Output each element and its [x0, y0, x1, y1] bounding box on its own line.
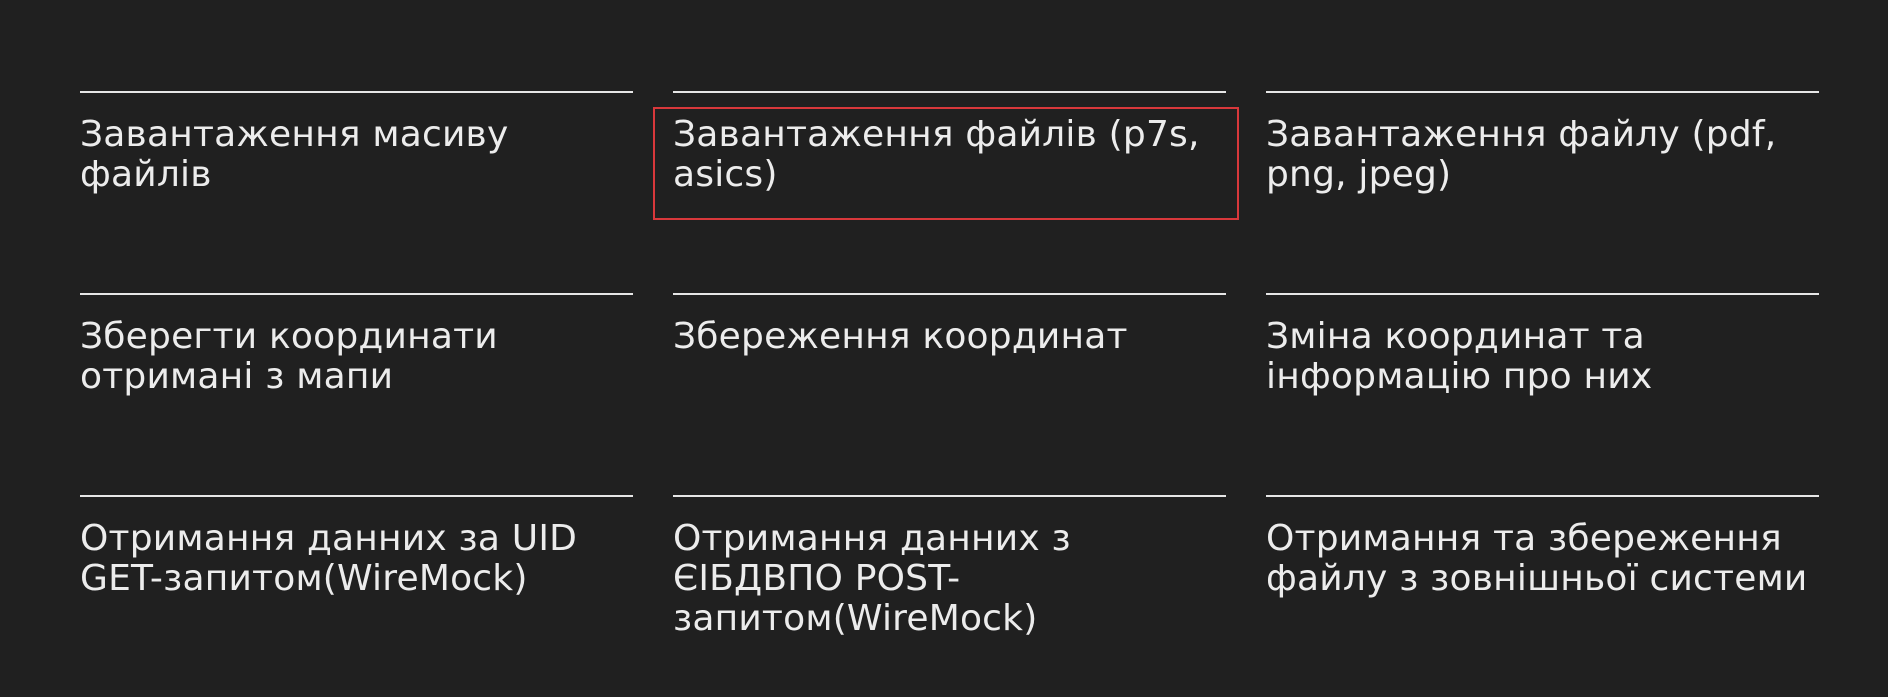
card-title: Зміна координат та інформацію про них [1266, 316, 1653, 397]
card-bulk-file-upload[interactable]: Завантаження масиву файлів [80, 91, 633, 293]
card-title: Зберегти координати отримані з мапи [80, 316, 498, 397]
card-grid: Завантаження масиву файлів Завантаження … [80, 91, 1820, 697]
card-save-coordinates[interactable]: Збереження координат [673, 293, 1226, 495]
card-post-data-eibdvpo[interactable]: Отримання данних з ЄІБДВПО POST-запитом(… [673, 495, 1226, 697]
card-save-map-coordinates[interactable]: Зберегти координати отримані з мапи [80, 293, 633, 495]
card-title: Збереження координат [673, 316, 1128, 357]
card-edit-coordinates[interactable]: Зміна координат та інформацію про них [1266, 293, 1819, 495]
card-title: Завантаження масиву файлів [80, 114, 509, 195]
card-title: Завантаження файлу (pdf, png, jpeg) [1266, 114, 1777, 195]
card-title: Отримання та збереження файлу з зовнішнь… [1266, 518, 1808, 599]
card-title: Отримання данних за UID GET-запитом(Wire… [80, 518, 578, 599]
card-title: Завантаження файлів (p7s, asics) [673, 114, 1200, 195]
card-document-file-upload[interactable]: Завантаження файлу (pdf, png, jpeg) [1266, 91, 1819, 293]
card-external-file-save[interactable]: Отримання та збереження файлу з зовнішнь… [1266, 495, 1819, 697]
card-get-data-by-uid[interactable]: Отримання данних за UID GET-запитом(Wire… [80, 495, 633, 697]
card-signed-file-upload[interactable]: Завантаження файлів (p7s, asics) [653, 91, 1239, 293]
card-title: Отримання данних з ЄІБДВПО POST-запитом(… [673, 518, 1071, 639]
